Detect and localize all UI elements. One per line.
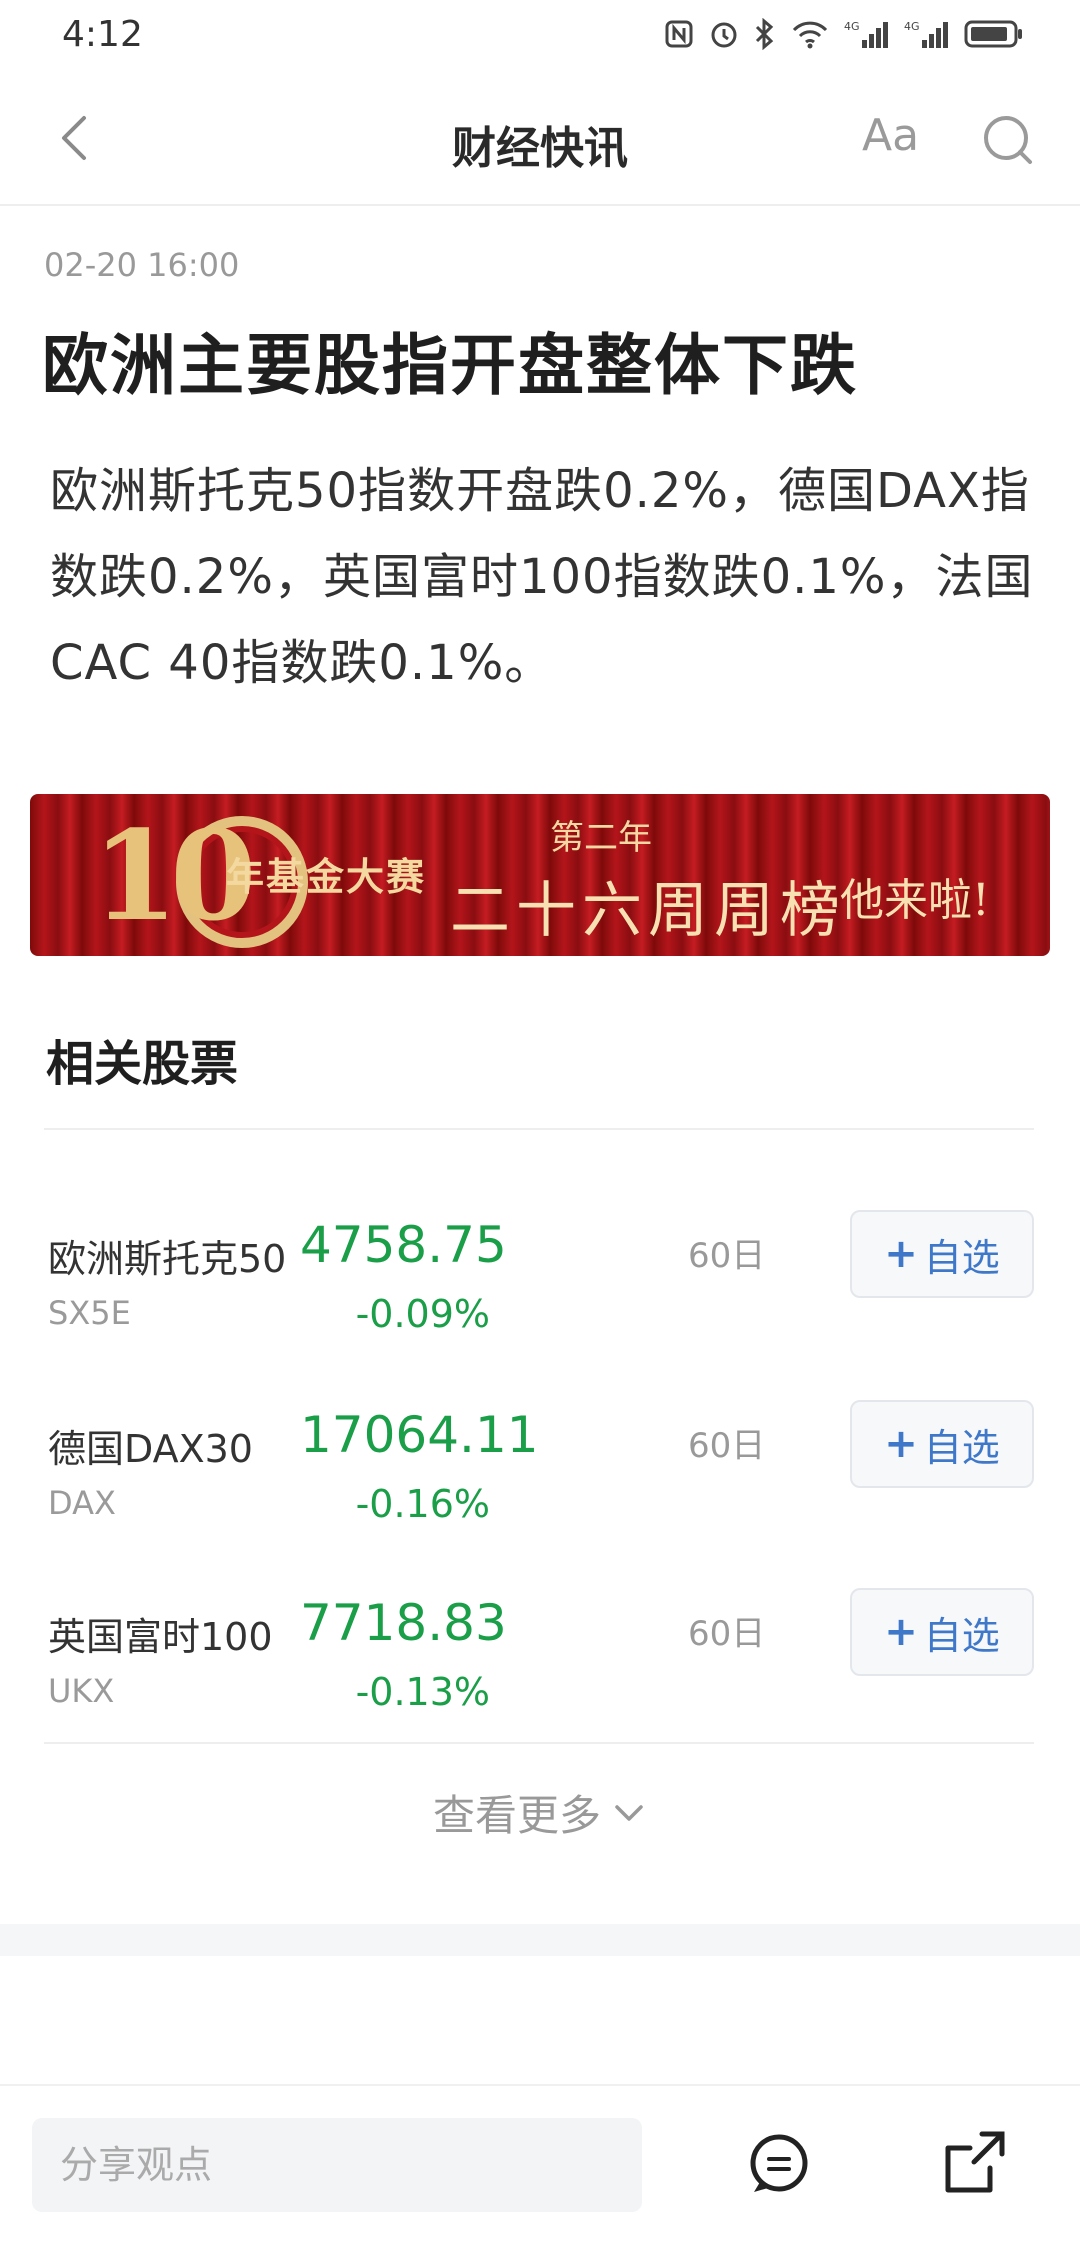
divider (44, 1742, 1034, 1744)
stock-row[interactable]: 德国DAX30 17064.11 DAX -0.16% 60日 + 自选 (0, 1400, 1080, 1588)
view-more-label: 查看更多 (432, 1791, 601, 1840)
battery-icon (964, 20, 1022, 48)
top-nav: 财经快讯 Aa (0, 76, 1080, 206)
chevron-down-icon (615, 1804, 643, 1821)
stock-price: 7718.83 (300, 1594, 507, 1652)
stock-code: UKX (48, 1672, 115, 1710)
stock-price: 17064.11 (300, 1406, 539, 1464)
stock-period: 60日 (688, 1236, 766, 1276)
wifi-icon (792, 21, 828, 49)
font-size-button[interactable]: Aa (862, 110, 919, 161)
comment-icon[interactable] (744, 2130, 814, 2200)
banner-big-text: 二十六周周榜 (450, 876, 846, 946)
stock-row[interactable]: 欧洲斯托克50 4758.75 SX5E -0.09% 60日 + 自选 (0, 1210, 1080, 1398)
stock-period: 60日 (688, 1426, 766, 1466)
stock-name: 德国DAX30 (48, 1427, 253, 1471)
stock-name: 英国富时100 (48, 1615, 273, 1659)
plus-icon: + (884, 1231, 918, 1277)
add-watchlist-button[interactable]: + 自选 (850, 1400, 1034, 1488)
stock-change: -0.09% (355, 1292, 490, 1336)
nfc-icon (665, 20, 693, 48)
svg-text:4G: 4G (904, 20, 920, 33)
divider (44, 1128, 1034, 1130)
article-headline: 欧洲主要股指开盘整体下跌 (42, 327, 858, 404)
search-icon[interactable] (980, 112, 1036, 168)
add-watchlist-label: 自选 (923, 1425, 1000, 1470)
stock-code: DAX (48, 1484, 116, 1522)
alarm-icon (711, 22, 737, 48)
add-watchlist-label: 自选 (923, 1235, 1000, 1280)
stock-code: SX5E (48, 1294, 131, 1332)
section-separator (0, 1924, 1080, 1956)
stock-row[interactable]: 英国富时100 7718.83 UKX -0.13% 60日 + 自选 (0, 1588, 1080, 1776)
status-bar: 4:12 4G 4G (0, 0, 1080, 76)
add-watchlist-button[interactable]: + 自选 (850, 1588, 1034, 1676)
stock-name: 欧洲斯托克50 (48, 1237, 287, 1281)
status-icons: 4G 4G (664, 18, 1024, 50)
signal-icon: 4G (844, 20, 888, 48)
stock-change: -0.13% (355, 1670, 490, 1714)
stock-period: 60日 (688, 1614, 766, 1654)
banner-tail-text: 他来啦! (840, 875, 990, 926)
stock-change: -0.16% (355, 1482, 490, 1526)
article-timestamp: 02-20 16:00 (44, 246, 240, 284)
plus-icon: + (884, 1609, 918, 1655)
bottom-bar (0, 2084, 1080, 2246)
bluetooth-icon (755, 18, 774, 50)
share-icon[interactable] (940, 2126, 1010, 2200)
status-time: 4:12 (62, 14, 143, 55)
svg-text:4G: 4G (844, 20, 860, 33)
add-watchlist-button[interactable]: + 自选 (850, 1210, 1034, 1298)
signal-icon: 4G (904, 20, 948, 48)
plus-icon: + (884, 1421, 918, 1467)
banner-sub-text: 第二年 (550, 818, 652, 858)
related-stocks-title: 相关股票 (46, 1036, 239, 1092)
stock-price: 4758.75 (300, 1216, 507, 1274)
article-body: 欧洲斯托克50指数开盘跌0.2%，德国DAX指数跌0.2%，英国富时100指数跌… (50, 463, 1034, 691)
view-more-button[interactable]: 查看更多 (0, 1782, 1080, 1843)
add-watchlist-label: 自选 (923, 1613, 1000, 1658)
banner-main-text: 年基金大赛 (226, 855, 427, 899)
promo-banner[interactable]: 10 年基金大赛 第二年 二十六周周榜 他来啦! (30, 794, 1050, 956)
share-opinion-input[interactable] (32, 2118, 642, 2212)
